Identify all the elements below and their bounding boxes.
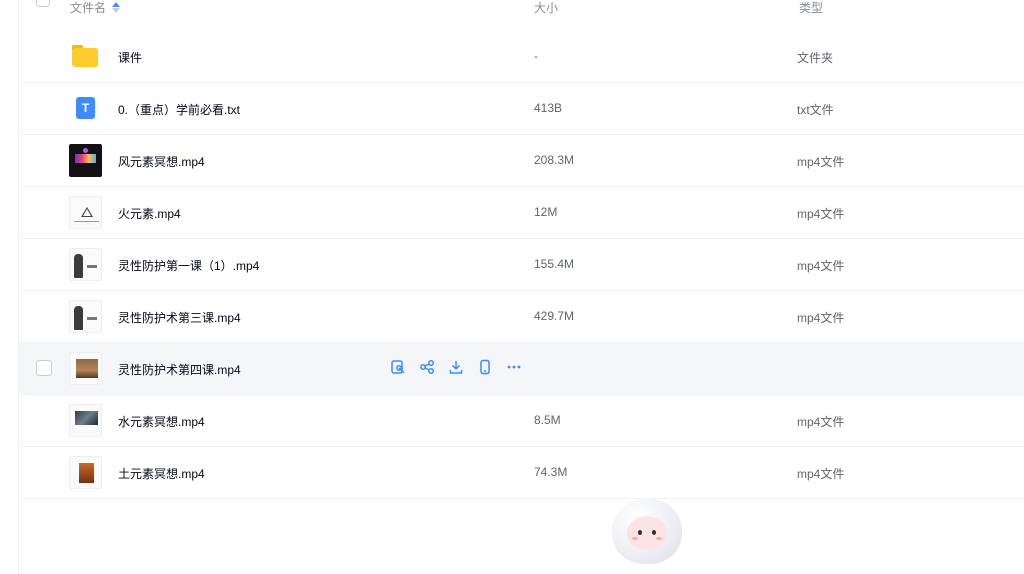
save-to-drive-icon[interactable] — [389, 359, 407, 377]
file-size: 74.3M — [534, 465, 568, 479]
video-thumbnail — [69, 404, 102, 437]
file-row[interactable]: 课件 - 文件夹 — [19, 31, 1024, 83]
file-type: mp4文件 — [797, 207, 845, 221]
file-row[interactable]: 水元素冥想.mp4 8.5M mp4文件 — [19, 395, 1024, 447]
file-size: - — [534, 49, 538, 63]
more-icon[interactable] — [505, 359, 523, 377]
assistant-mascot[interactable] — [612, 498, 682, 564]
file-type: mp4文件 — [797, 155, 845, 169]
file-name[interactable]: 灵性防护术第四课.mp4 — [118, 361, 241, 378]
video-thumbnail — [69, 196, 102, 229]
file-name[interactable]: 灵性防护第一课（1）.mp4 — [118, 257, 259, 274]
file-type: mp4文件 — [797, 415, 845, 429]
file-type: mp4文件 — [797, 259, 845, 273]
file-row[interactable]: 火元素.mp4 12M mp4文件 — [19, 187, 1024, 239]
file-name[interactable]: 水元素冥想.mp4 — [118, 413, 205, 430]
file-row-hovered[interactable]: 灵性防护术第四课.mp4 — [19, 343, 1024, 395]
download-icon[interactable] — [447, 359, 465, 377]
file-list-header: 文件名 大小 类型 — [19, 0, 1024, 24]
file-size: 413B — [534, 101, 563, 115]
sort-icon[interactable] — [112, 1, 121, 14]
file-type: 文件夹 — [797, 51, 834, 65]
file-type: mp4文件 — [797, 467, 845, 481]
file-size: 429.7M — [534, 309, 575, 323]
size-column-header[interactable]: 大小 — [534, 0, 558, 16]
file-name[interactable]: 土元素冥想.mp4 — [118, 465, 205, 482]
name-column-header[interactable]: 文件名 — [70, 0, 121, 16]
file-row[interactable]: 土元素冥想.mp4 74.3M mp4文件 — [19, 447, 1024, 499]
file-row[interactable]: 灵性防护术第三课.mp4 429.7M mp4文件 — [19, 291, 1024, 343]
video-thumbnail — [69, 352, 102, 385]
file-type: mp4文件 — [797, 311, 845, 325]
file-size: 12M — [534, 205, 558, 219]
file-size: 8.5M — [534, 413, 561, 427]
file-name[interactable]: 课件 — [118, 49, 142, 66]
file-row[interactable]: 灵性防护第一课（1）.mp4 155.4M mp4文件 — [19, 239, 1024, 291]
folder-icon — [72, 45, 98, 67]
file-name[interactable]: 0.（重点）学前必看.txt — [118, 101, 240, 118]
video-thumbnail — [69, 144, 102, 177]
file-name[interactable]: 风元素冥想.mp4 — [118, 153, 205, 170]
txt-file-icon: T — [76, 97, 95, 119]
file-size: 155.4M — [534, 257, 575, 271]
file-type: txt文件 — [797, 103, 834, 117]
file-list: 课件 - 文件夹 T 0.（重点）学前必看.txt 413B txt文件 风元素… — [19, 31, 1024, 499]
type-column-header[interactable]: 类型 — [799, 0, 823, 16]
video-thumbnail — [69, 456, 102, 489]
row-checkbox[interactable] — [36, 360, 52, 376]
file-name[interactable]: 灵性防护术第三课.mp4 — [118, 309, 241, 326]
video-thumbnail — [69, 248, 102, 281]
name-header-label: 文件名 — [70, 1, 107, 15]
video-thumbnail — [69, 300, 102, 333]
file-name[interactable]: 火元素.mp4 — [118, 205, 181, 222]
file-size: 208.3M — [534, 153, 575, 167]
row-actions — [389, 359, 523, 377]
file-row[interactable]: 风元素冥想.mp4 208.3M mp4文件 — [19, 135, 1024, 187]
select-all-checkbox[interactable] — [36, 0, 50, 7]
share-icon[interactable] — [418, 359, 436, 377]
file-row[interactable]: T 0.（重点）学前必看.txt 413B txt文件 — [19, 83, 1024, 135]
phone-icon[interactable] — [476, 359, 494, 377]
